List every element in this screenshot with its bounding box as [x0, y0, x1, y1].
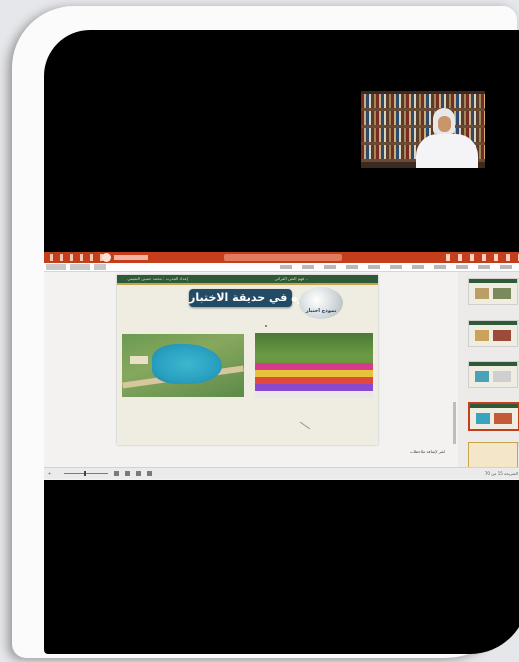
slide-header-text: فهم النص القرائي ..	[274, 276, 308, 281]
bookshelf-row	[361, 111, 485, 125]
status-bar: + الشريحة 15 من 70	[44, 467, 519, 479]
exam-badge-image	[299, 287, 343, 319]
zoom-in-button[interactable]: +	[48, 471, 51, 476]
pen-stroke	[299, 421, 311, 430]
share-comments-buttons[interactable]	[46, 264, 106, 270]
thumbnail-scrollbar[interactable]	[453, 402, 456, 444]
flower-garden-image	[255, 333, 373, 398]
slide-counter: الشريحة 15 من 70	[484, 471, 518, 476]
view-mode-buttons[interactable]	[114, 471, 158, 476]
park-lake-image	[122, 334, 244, 397]
exam-badge-label: نموذج اختبار	[305, 308, 337, 314]
title-bar	[44, 252, 519, 263]
presenter-face	[438, 116, 451, 132]
user-avatar-icon[interactable]	[102, 253, 111, 262]
notes-pane[interactable]: انقر لإضافة ملاحظات	[84, 449, 454, 458]
quick-access-toolbar[interactable]	[50, 254, 110, 261]
park-lake	[152, 344, 222, 384]
slide-title: تنزه في حديقة الاختبار	[189, 289, 313, 307]
ribbon-tab-list[interactable]	[280, 265, 519, 269]
slide-teacher-text: إعداد المدرب : محمد حسين التميمي	[127, 276, 188, 281]
webcam-video	[361, 91, 485, 168]
presenter-body	[416, 134, 478, 168]
search-box[interactable]	[224, 254, 342, 261]
slide-canvas[interactable]: فهم النص القرائي .. إعداد المدرب : محمد …	[117, 275, 378, 445]
zoom-slider[interactable]	[64, 473, 108, 474]
notes-placeholder: انقر لإضافة ملاحظات	[410, 449, 446, 454]
slide-thumbnail-selected[interactable]	[468, 402, 519, 431]
slide-header-stripe	[117, 283, 378, 285]
device-frame: 12 13 14 15 16 فهم النص القرائي .. إعداد…	[12, 6, 519, 658]
slide-thumbnail[interactable]	[468, 278, 518, 305]
account-name[interactable]	[114, 255, 148, 260]
bookshelf-row	[361, 94, 485, 108]
ribbon-tabs	[44, 263, 519, 272]
window-controls[interactable]	[446, 254, 519, 261]
park-pier	[130, 356, 148, 364]
zoom-slider-knob[interactable]	[84, 471, 86, 476]
slide-thumbnail[interactable]	[468, 361, 518, 388]
slide-thumbnail-pane: 12 13 14 15 16	[458, 272, 519, 472]
screen: 12 13 14 15 16 فهم النص القرائي .. إعداد…	[44, 30, 519, 654]
cursor-dot	[265, 325, 267, 327]
flower-band	[255, 391, 373, 398]
powerpoint-window: 12 13 14 15 16 فهم النص القرائي .. إعداد…	[44, 252, 519, 480]
slide-thumbnail[interactable]	[468, 320, 518, 347]
slide-thumbnail[interactable]	[468, 442, 518, 469]
slide-header-bar: فهم النص القرائي .. إعداد المدرب : محمد …	[117, 275, 378, 283]
